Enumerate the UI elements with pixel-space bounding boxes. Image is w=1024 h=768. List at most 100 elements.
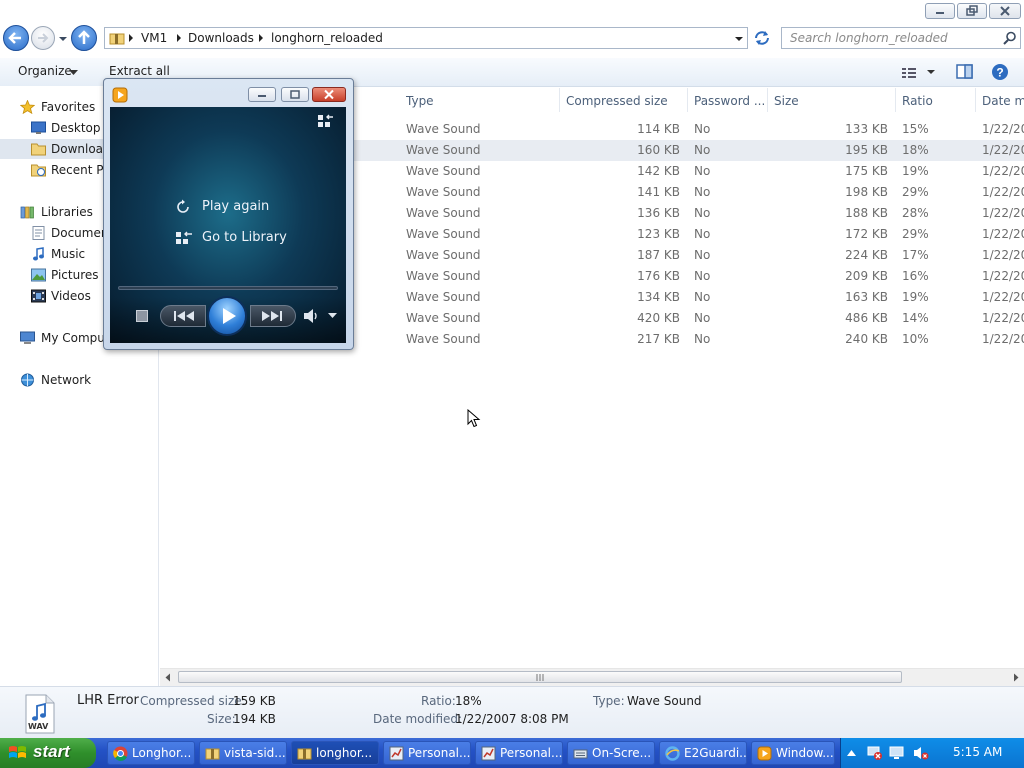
column-divider[interactable] — [975, 88, 976, 112]
file-type: Wave Sound — [406, 269, 481, 283]
music-icon — [33, 247, 44, 261]
scroll-left-icon[interactable] — [164, 673, 172, 682]
file-ratio: 17% — [902, 248, 929, 262]
file-password: No — [694, 122, 711, 136]
task-personal-1[interactable]: Personal... — [383, 741, 471, 765]
column-date-modified[interactable]: Date modified — [982, 92, 1024, 110]
file-type: Wave Sound — [406, 164, 481, 178]
player-close-button[interactable] — [312, 87, 346, 102]
view-options-button[interactable] — [898, 62, 940, 82]
close-icon — [1000, 6, 1010, 16]
documents-icon — [32, 226, 45, 240]
task-on-screen-keyboard[interactable]: On-Scre... — [567, 741, 655, 765]
breadcrumb-longhorn-reloaded[interactable]: longhorn_reloaded — [271, 31, 383, 45]
file-password: No — [694, 311, 711, 325]
computer-icon — [20, 331, 35, 344]
address-bar[interactable]: VM1 Downloads longhorn_reloaded — [104, 27, 748, 49]
column-divider[interactable] — [767, 88, 768, 112]
file-type: Wave Sound — [406, 332, 481, 346]
column-ratio[interactable]: Ratio — [902, 92, 972, 110]
column-compressed-size[interactable]: Compressed size — [566, 92, 684, 110]
scroll-thumb[interactable] — [178, 671, 902, 683]
breadcrumb-vm1[interactable]: VM1 — [141, 31, 167, 45]
column-password[interactable]: Password ... — [694, 92, 764, 110]
start-label: start — [33, 742, 70, 761]
file-password: No — [694, 290, 711, 304]
history-dropdown[interactable] — [58, 33, 68, 43]
task-windows-media-player[interactable]: Window... — [751, 741, 835, 765]
forward-button[interactable] — [31, 26, 55, 50]
player-minimize-button[interactable] — [248, 87, 276, 102]
back-button[interactable] — [3, 25, 29, 51]
volume-muted-icon[interactable] — [913, 745, 929, 761]
file-date: 1/22/2007 — [982, 227, 1024, 241]
wav-file-icon: WAV — [24, 694, 56, 734]
close-button[interactable] — [989, 3, 1021, 19]
file-compressed-size: 176 KB — [637, 269, 680, 283]
nav-network-label: Network — [41, 373, 92, 387]
file-type: Wave Sound — [406, 311, 481, 325]
file-ratio: 29% — [902, 185, 929, 199]
seek-bar[interactable] — [118, 286, 338, 290]
volume-dropdown-icon[interactable] — [328, 312, 337, 319]
nav-network[interactable]: Network — [0, 370, 157, 390]
arrow-up-icon — [78, 30, 90, 44]
switch-to-library-icon[interactable] — [317, 114, 335, 130]
network-error-icon[interactable] — [867, 745, 883, 761]
refresh-button[interactable] — [751, 28, 773, 48]
organize-button[interactable]: Organize — [10, 61, 84, 83]
task-label: On-Scre... — [592, 746, 652, 760]
file-ratio: 19% — [902, 164, 929, 178]
search-icon[interactable] — [1003, 31, 1017, 45]
previous-button[interactable] — [160, 305, 206, 327]
chevron-up-icon[interactable] — [847, 749, 856, 757]
network-icon — [21, 373, 34, 387]
file-password: No — [694, 332, 711, 346]
horizontal-scrollbar[interactable] — [160, 668, 1024, 686]
column-type[interactable]: Type — [406, 92, 556, 110]
scroll-right-icon[interactable] — [1012, 673, 1020, 682]
column-size[interactable]: Size — [774, 92, 892, 110]
chevron-down-icon — [59, 37, 67, 41]
task-longhorn-folder[interactable]: longhor... — [291, 741, 379, 765]
play-button[interactable] — [207, 296, 247, 336]
preview-pane-icon — [956, 64, 973, 79]
task-longhorn-browser[interactable]: Longhor... — [107, 741, 195, 765]
task-personal-2[interactable]: Personal... — [475, 741, 563, 765]
stop-button[interactable] — [136, 310, 148, 322]
column-divider[interactable] — [895, 88, 896, 112]
up-button[interactable] — [71, 25, 97, 51]
clock[interactable]: 5:15 AM — [953, 745, 1002, 759]
search-input[interactable]: Search longhorn_reloaded — [790, 31, 948, 45]
chrome-icon — [113, 746, 128, 761]
file-date: 1/22/2007 — [982, 185, 1024, 199]
next-icon — [262, 311, 282, 321]
go-to-library-button[interactable]: Go to Library — [174, 228, 304, 248]
restore-button[interactable] — [957, 3, 987, 19]
monitor-icon[interactable] — [889, 745, 905, 761]
next-button[interactable] — [250, 305, 296, 327]
task-e2guardian[interactable]: E2Guardi... — [659, 741, 747, 765]
chevron-down-icon[interactable] — [734, 35, 744, 43]
play-again-button[interactable]: Play again — [174, 197, 284, 217]
volume-icon[interactable] — [303, 308, 321, 324]
help-button[interactable]: ? — [989, 62, 1011, 82]
file-date: 1/22/2007 — [982, 206, 1024, 220]
start-button[interactable]: start — [0, 738, 96, 768]
videos-icon — [31, 289, 46, 303]
stop-icon — [137, 311, 147, 321]
file-type: Wave Sound — [406, 122, 481, 136]
details-ratio-value: 18% — [455, 694, 482, 708]
file-size: 486 KB — [845, 311, 888, 325]
player-maximize-button[interactable] — [281, 87, 309, 102]
preview-pane-button[interactable] — [954, 62, 976, 82]
column-divider[interactable] — [559, 88, 560, 112]
task-vista-sidebar[interactable]: vista-sid... — [199, 741, 287, 765]
zip-folder-icon — [205, 748, 220, 760]
column-divider[interactable] — [687, 88, 688, 112]
search-box[interactable]: Search longhorn_reloaded — [781, 27, 1021, 49]
nav-music-label: Music — [51, 247, 86, 261]
minimize-button[interactable] — [925, 3, 955, 19]
details-ratio-label: Ratio: — [421, 694, 456, 708]
breadcrumb-downloads[interactable]: Downloads — [188, 31, 254, 45]
